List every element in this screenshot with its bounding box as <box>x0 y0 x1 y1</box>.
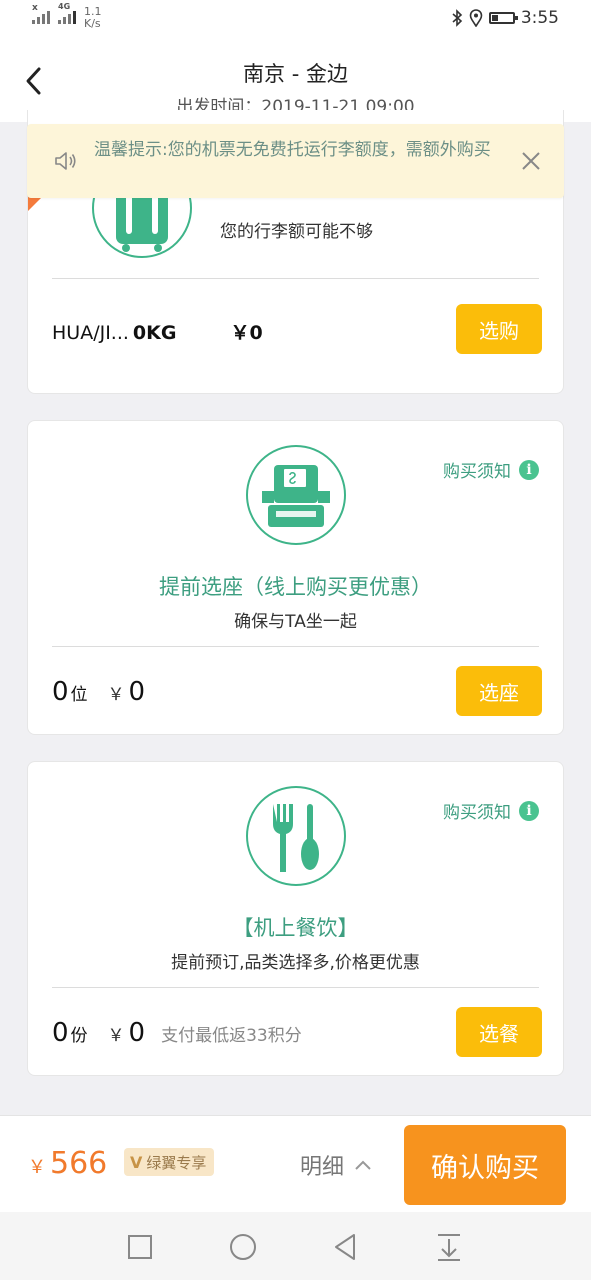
no-sim-mark: x <box>32 3 38 13</box>
signal-4g-icon: 4G <box>58 2 76 24</box>
seat-circle <box>246 445 346 545</box>
status-left: x 4G 1.1 K/s <box>32 2 102 30</box>
recent-apps-icon[interactable] <box>123 1230 157 1264</box>
chevron-up-icon <box>355 1160 371 1170</box>
seat-notice-label: 购买须知 <box>443 462 511 482</box>
seat-card: 购买须知 i 提前选座（线上购买更优惠） 确保与TA坐一起 0 位 ￥ 0 选座 <box>27 420 564 735</box>
signal-icon: x <box>32 3 50 24</box>
clock: 3:55 <box>520 8 559 28</box>
bottom-bar: ￥ 566 V 绿翼专享 明细 确认购买 <box>0 1115 591 1212</box>
baggage-hint: 您的行李额可能不够 <box>220 222 373 242</box>
page-title: 南京 - 金边 <box>243 62 348 86</box>
seat-desc: 确保与TA坐一起 <box>234 612 357 632</box>
info-icon: i <box>519 459 539 480</box>
net-speed: 1.1 K/s <box>84 6 102 30</box>
baggage-row: HUA/JI... 0KG ￥0 <box>52 318 263 345</box>
confirm-purchase-button[interactable]: 确认购买 <box>404 1125 566 1205</box>
baggage-weight: 0KG <box>132 322 177 344</box>
meal-title: 【机上餐饮】 <box>232 916 359 940</box>
fork-spoon-icon <box>273 804 319 872</box>
info-icon: i <box>519 800 539 821</box>
notification-pull-icon[interactable] <box>432 1230 466 1264</box>
passenger-name: HUA/JI... <box>52 322 129 344</box>
seat-price: 0 <box>128 677 146 707</box>
seat-quantity: 0 位 ￥ 0 <box>52 677 145 707</box>
meal-quantity: 0 份 ￥ 0 支付最低返33积分 <box>52 1018 302 1048</box>
total-amount: 566 <box>50 1146 108 1181</box>
meal-card: 购买须知 i 【机上餐饮】 提前预订,品类选择多,价格更优惠 0 份 ￥ 0 支… <box>27 761 564 1076</box>
status-bar: x 4G 1.1 K/s 3:55 <box>0 0 591 40</box>
seat-count: 0 <box>52 677 69 707</box>
vip-label: 绿翼专享 <box>146 1153 207 1172</box>
network-type: 4G <box>58 2 71 11</box>
back-icon[interactable] <box>328 1230 362 1264</box>
system-nav-bar <box>0 1212 591 1280</box>
total-currency: ￥ <box>28 1157 46 1178</box>
seat-title: 提前选座（线上购买更优惠） <box>159 575 432 599</box>
seat-purchase-notice-link[interactable]: 购买须知 i <box>443 457 539 482</box>
vip-v-icon: V <box>130 1152 143 1172</box>
seat-currency: ￥ <box>107 685 125 705</box>
battery-icon <box>488 12 518 24</box>
status-right: 3:55 <box>451 8 559 28</box>
notice-text: 温馨提示:您的机票无免费托运行李额度，需额外购买 <box>94 140 491 160</box>
meal-circle <box>246 786 346 886</box>
meal-count-unit: 份 <box>70 1026 88 1046</box>
meal-purchase-notice-link[interactable]: 购买须知 i <box>443 798 539 823</box>
meal-currency: ￥ <box>107 1026 125 1046</box>
meal-notice-label: 购买须知 <box>443 803 511 823</box>
seat-count-unit: 位 <box>70 685 88 705</box>
select-meal-button[interactable]: 选餐 <box>456 1007 542 1057</box>
seat-icon <box>262 465 330 527</box>
speaker-icon <box>55 152 76 170</box>
divider <box>52 278 539 279</box>
vip-badge: V 绿翼专享 <box>124 1148 215 1176</box>
buy-baggage-button[interactable]: 选购 <box>456 304 542 354</box>
baggage-price: ￥0 <box>230 322 263 344</box>
divider <box>52 646 539 647</box>
bluetooth-icon <box>452 9 462 27</box>
total-price: ￥ 566 <box>28 1146 107 1181</box>
select-seat-button[interactable]: 选座 <box>456 666 542 716</box>
notice-banner: 温馨提示:您的机票无免费托运行李额度，需额外购买 <box>27 124 564 198</box>
net-speed-unit: K/s <box>84 17 101 30</box>
home-icon[interactable] <box>226 1230 260 1264</box>
close-icon[interactable] <box>520 150 542 172</box>
detail-label: 明细 <box>300 1155 345 1180</box>
divider <box>52 987 539 988</box>
meal-count: 0 <box>52 1018 69 1048</box>
location-icon <box>469 9 483 27</box>
meal-price: 0 <box>128 1018 146 1048</box>
price-detail-toggle[interactable]: 明细 <box>300 1149 372 1181</box>
points-note: 支付最低返33积分 <box>161 1026 302 1046</box>
meal-desc: 提前预订,品类选择多,价格更优惠 <box>171 953 420 973</box>
